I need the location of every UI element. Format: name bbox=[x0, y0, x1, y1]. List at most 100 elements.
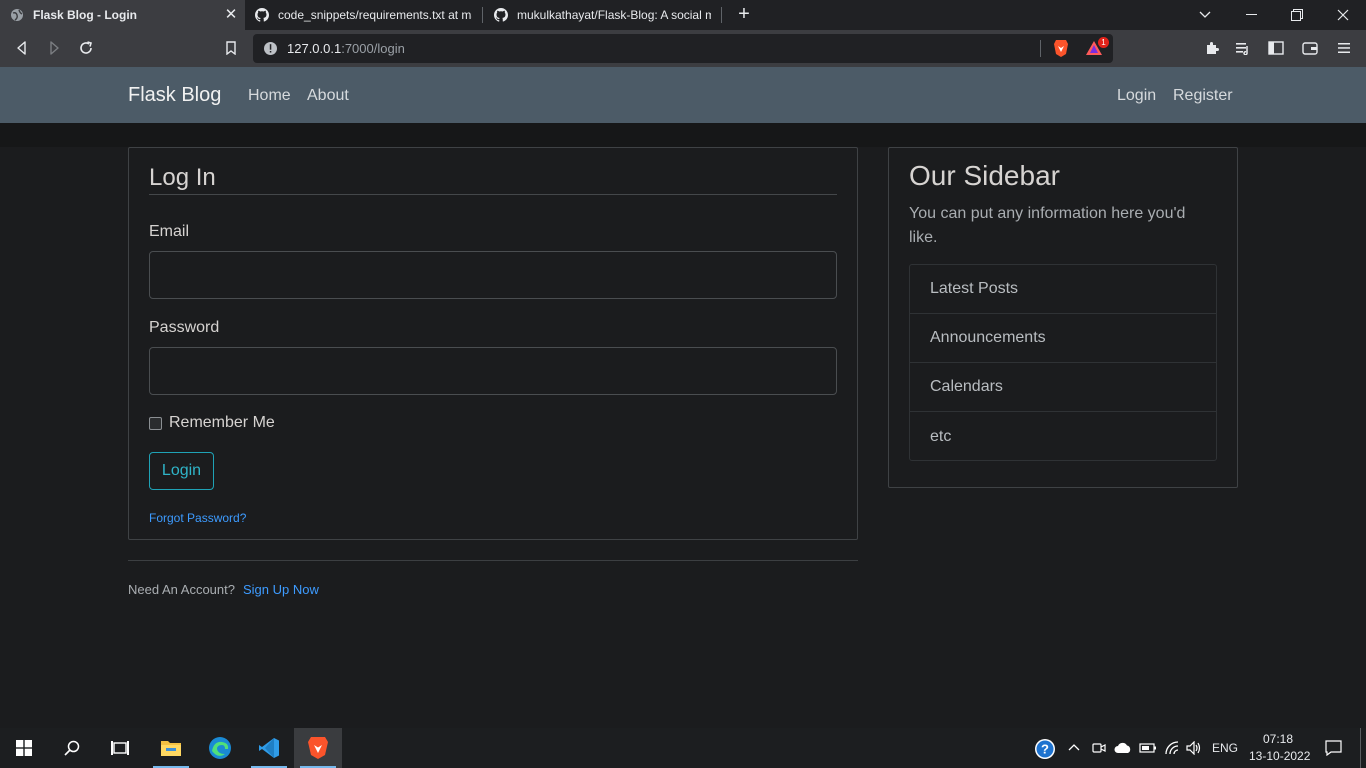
extensions-button[interactable] bbox=[1202, 38, 1222, 58]
sidebar-description: You can put any information here you'd l… bbox=[909, 205, 1186, 246]
info-icon[interactable] bbox=[263, 41, 278, 56]
form-legend-divider bbox=[149, 194, 837, 195]
tab-flask-blog-login[interactable]: Flask Blog - Login ✕ bbox=[0, 0, 245, 30]
rewards-badge-count: 1 bbox=[1101, 38, 1106, 47]
puzzle-icon bbox=[1207, 42, 1219, 54]
close-window-button[interactable] bbox=[1320, 0, 1366, 30]
forward-icon bbox=[50, 41, 59, 55]
forward-button[interactable] bbox=[44, 38, 64, 58]
folder-icon bbox=[161, 741, 181, 756]
remember-me-row: Remember Me bbox=[149, 414, 275, 432]
email-field[interactable] bbox=[149, 251, 837, 299]
sidebar-item-announcements[interactable]: Announcements bbox=[910, 314, 1216, 363]
back-icon bbox=[17, 41, 26, 55]
login-submit-button[interactable]: Login bbox=[149, 452, 214, 490]
sidebar-list: Latest Posts Announcements Calendars etc bbox=[909, 264, 1217, 461]
sidebar-toggle-button[interactable] bbox=[1266, 38, 1286, 58]
minimize-button[interactable] bbox=[1228, 0, 1274, 30]
hamburger-icon bbox=[1338, 43, 1350, 53]
tab-separator bbox=[482, 7, 483, 23]
account-divider bbox=[128, 560, 858, 561]
navbar-shadow-strip bbox=[0, 123, 1366, 147]
new-tab-button[interactable]: + bbox=[734, 4, 754, 25]
sidebar-card: Our Sidebar You can put any information … bbox=[888, 147, 1238, 488]
battery-icon[interactable] bbox=[1139, 742, 1157, 754]
url-host: 127.0.0.1 bbox=[287, 41, 342, 56]
meet-now-icon[interactable] bbox=[1092, 741, 1106, 755]
windows-logo-icon bbox=[16, 740, 32, 756]
restore-button[interactable] bbox=[1274, 0, 1320, 30]
url-path: :7000/login bbox=[341, 41, 405, 56]
taskbar-file-explorer[interactable] bbox=[147, 728, 195, 768]
github-icon bbox=[255, 8, 269, 22]
rewards-badge: 1 bbox=[1098, 37, 1109, 48]
wallet-button[interactable] bbox=[1300, 38, 1320, 58]
brave-shields-icon[interactable] bbox=[1053, 39, 1069, 58]
input-language[interactable]: ENG bbox=[1212, 741, 1238, 755]
close-tab-icon[interactable]: ✕ bbox=[223, 7, 239, 23]
remember-me-checkbox[interactable] bbox=[149, 416, 162, 430]
tab-label: code_snippets/requirements.txt at ma bbox=[278, 8, 472, 22]
sidebar-icon bbox=[1268, 41, 1284, 55]
playlist-button[interactable] bbox=[1233, 38, 1253, 58]
show-desktop-button[interactable] bbox=[1360, 728, 1366, 768]
clock-date[interactable]: 13-10-2022 bbox=[1249, 749, 1310, 763]
nav-link-about[interactable]: About bbox=[307, 87, 349, 105]
start-button[interactable] bbox=[0, 728, 48, 768]
sidebar-item-calendars[interactable]: Calendars bbox=[910, 363, 1216, 412]
email-label: Email bbox=[149, 223, 190, 240]
edge-icon bbox=[209, 737, 231, 759]
reload-button[interactable] bbox=[76, 38, 96, 58]
address-bar-divider bbox=[1040, 40, 1041, 57]
taskbar-vscode[interactable] bbox=[245, 728, 293, 768]
bookmark-button[interactable] bbox=[221, 38, 241, 58]
show-hidden-icons-chevron-icon[interactable] bbox=[1068, 743, 1080, 751]
taskbar-edge[interactable] bbox=[196, 728, 244, 768]
nav-link-home[interactable]: Home bbox=[248, 87, 291, 105]
reload-icon bbox=[80, 41, 92, 54]
wifi-icon[interactable] bbox=[1164, 741, 1180, 755]
sign-up-link[interactable]: Sign Up Now bbox=[243, 582, 319, 597]
search-button[interactable] bbox=[48, 728, 96, 768]
globe-icon bbox=[11, 9, 23, 21]
password-label: Password bbox=[149, 319, 220, 336]
menu-button[interactable] bbox=[1334, 38, 1354, 58]
windows-taskbar: ? ENG 07:18 13-10-2022 bbox=[0, 728, 1366, 768]
address-bar[interactable]: 127.0.0.1:7000/login 1 bbox=[253, 34, 1113, 63]
task-view-icon bbox=[111, 741, 129, 755]
task-view-button[interactable] bbox=[96, 728, 144, 768]
wallet-icon bbox=[1302, 42, 1318, 55]
remember-me-label[interactable]: Remember Me bbox=[169, 414, 275, 432]
web-page: Flask Blog Home About Login Register Log… bbox=[0, 67, 1366, 728]
site-navbar: Flask Blog Home About Login Register bbox=[0, 67, 1366, 123]
tab-requirements[interactable]: code_snippets/requirements.txt at ma bbox=[245, 0, 482, 30]
notifications-icon[interactable] bbox=[1325, 740, 1342, 756]
taskbar-brave[interactable] bbox=[294, 728, 342, 768]
tab-flask-blog-repo[interactable]: mukulkathayat/Flask-Blog: A social me bbox=[484, 0, 721, 30]
sidebar-item-etc[interactable]: etc bbox=[910, 412, 1216, 461]
navbar-brand[interactable]: Flask Blog bbox=[128, 84, 221, 107]
browser-tab-strip: Flask Blog - Login ✕ code_snippets/requi… bbox=[0, 0, 1366, 30]
login-form-card: Log In Email Password Remember Me Login … bbox=[128, 147, 858, 540]
nav-link-register[interactable]: Register bbox=[1173, 87, 1233, 105]
help-icon[interactable]: ? bbox=[1034, 738, 1056, 760]
nav-link-login[interactable]: Login bbox=[1117, 87, 1156, 105]
svg-text:?: ? bbox=[1041, 742, 1049, 757]
bookmark-icon bbox=[226, 41, 236, 55]
onedrive-cloud-icon[interactable] bbox=[1114, 742, 1132, 754]
vscode-icon bbox=[259, 738, 279, 758]
clock-time[interactable]: 07:18 bbox=[1263, 732, 1293, 746]
need-account-row: Need An Account? Sign Up Now bbox=[128, 582, 319, 597]
back-button[interactable] bbox=[12, 38, 32, 58]
login-form-title: Log In bbox=[149, 164, 216, 191]
forgot-password-link[interactable]: Forgot Password? bbox=[149, 511, 246, 525]
tab-search-chevron-icon[interactable] bbox=[1182, 0, 1228, 30]
github-icon bbox=[494, 8, 508, 22]
sidebar-item-latest-posts[interactable]: Latest Posts bbox=[910, 265, 1216, 314]
url-text: 127.0.0.1:7000/login bbox=[287, 41, 405, 56]
need-account-text: Need An Account? bbox=[128, 582, 235, 597]
playlist-icon bbox=[1236, 43, 1248, 55]
sidebar-title: Our Sidebar bbox=[909, 160, 1060, 191]
volume-icon[interactable] bbox=[1186, 741, 1202, 755]
password-field[interactable] bbox=[149, 347, 837, 395]
